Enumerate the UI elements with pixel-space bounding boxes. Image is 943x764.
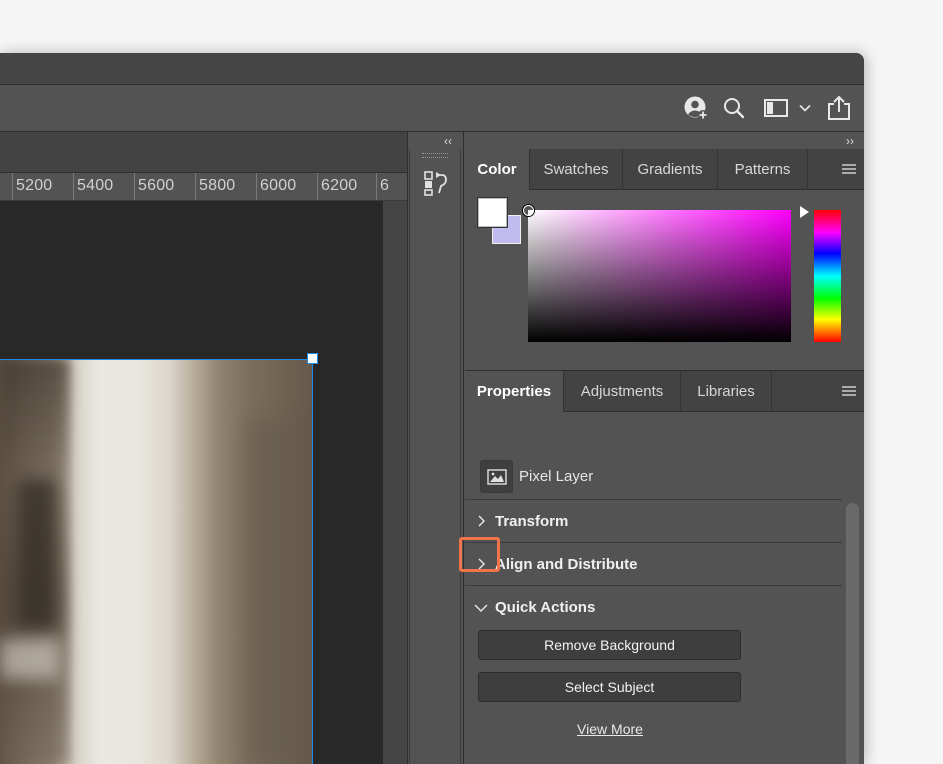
color-picker-cursor[interactable] [523,205,534,216]
document-tab-bar [0,132,407,173]
pixel-layer-icon [480,460,513,493]
tab-libraries[interactable]: Libraries [681,371,772,411]
hue-slider-marker[interactable] [800,206,809,218]
ruler-label: 6200 [321,177,358,194]
panel-menu-icon[interactable] [834,149,864,189]
view-more-link[interactable]: View More [465,721,755,737]
foreground-color-swatch[interactable] [478,198,507,227]
tab-patterns[interactable]: Patterns [718,149,808,189]
section-label: Transform [495,513,569,530]
properties-panel: Pixel Layer Transform Align and Distribu… [465,412,864,763]
tab-gradients[interactable]: Gradients [623,149,718,189]
right-panels: Color Swatches Gradients Patterns Proper… [465,149,864,764]
history-icon[interactable] [422,169,450,197]
collapse-right-button[interactable]: ›› [838,132,862,149]
section-quick-actions: Quick Actions Remove Background Select S… [465,585,842,764]
panel-menu-icon[interactable] [834,371,864,411]
ruler-label: 5600 [138,177,175,194]
options-bar [0,85,864,132]
horizontal-ruler: 5200 5400 5600 5800 6000 6200 6 [0,173,407,201]
title-bar [0,53,864,85]
workspace-layout-icon[interactable] [761,93,791,123]
tab-swatches[interactable]: Swatches [530,149,623,189]
ruler-label: 5200 [16,177,53,194]
remove-background-button[interactable]: Remove Background [478,630,741,660]
pasteboard [383,201,407,764]
color-panel [465,190,864,371]
search-icon[interactable] [720,93,748,123]
ruler-tick [195,173,196,200]
ruler-tick [317,173,318,200]
properties-panel-tabs: Properties Adjustments Libraries [465,371,864,412]
properties-scrollbar[interactable] [846,503,859,764]
ruler-label: 6 [380,177,390,194]
selection-bounding-box [0,359,313,764]
section-align-and-distribute[interactable]: Align and Distribute [465,542,842,586]
collapse-left-button[interactable]: ‹‹ [436,132,460,149]
tab-properties[interactable]: Properties [465,371,564,412]
ruler-tick [256,173,257,200]
chevron-right-icon [478,558,485,570]
section-transform[interactable]: Transform [465,499,842,543]
tab-color[interactable]: Color [465,149,530,190]
color-panel-tabs: Color Swatches Gradients Patterns [465,149,864,190]
chevron-down-icon[interactable] [473,602,489,614]
section-label: Align and Distribute [495,556,638,573]
transform-handle[interactable] [307,353,318,364]
panel-divider [463,132,464,764]
tab-adjustments[interactable]: Adjustments [564,371,681,411]
chevron-right-icon [478,515,485,527]
section-label[interactable]: Quick Actions [495,599,595,616]
share-icon[interactable] [824,93,854,123]
select-subject-button[interactable]: Select Subject [478,672,741,702]
chevron-down-icon[interactable] [796,93,814,123]
ruler-label: 5400 [77,177,114,194]
account-add-icon[interactable] [681,93,711,123]
ruler-label: 6000 [260,177,297,194]
panel-divider [407,132,408,764]
photoshop-window: 5200 5400 5600 5800 6000 6200 6 ‹‹ ›› Co… [0,53,864,764]
ruler-tick [376,173,377,200]
ruler-label: 5800 [199,177,236,194]
drag-grip-icon[interactable] [422,153,448,158]
hue-slider[interactable] [814,210,841,342]
layer-type-label: Pixel Layer [519,468,594,485]
saturation-brightness-field[interactable] [523,205,791,342]
ruler-tick [12,173,13,200]
ruler-tick [73,173,74,200]
ruler-tick [134,173,135,200]
panel-strip-frame [409,149,461,764]
collapsed-panel-strip [409,149,462,764]
